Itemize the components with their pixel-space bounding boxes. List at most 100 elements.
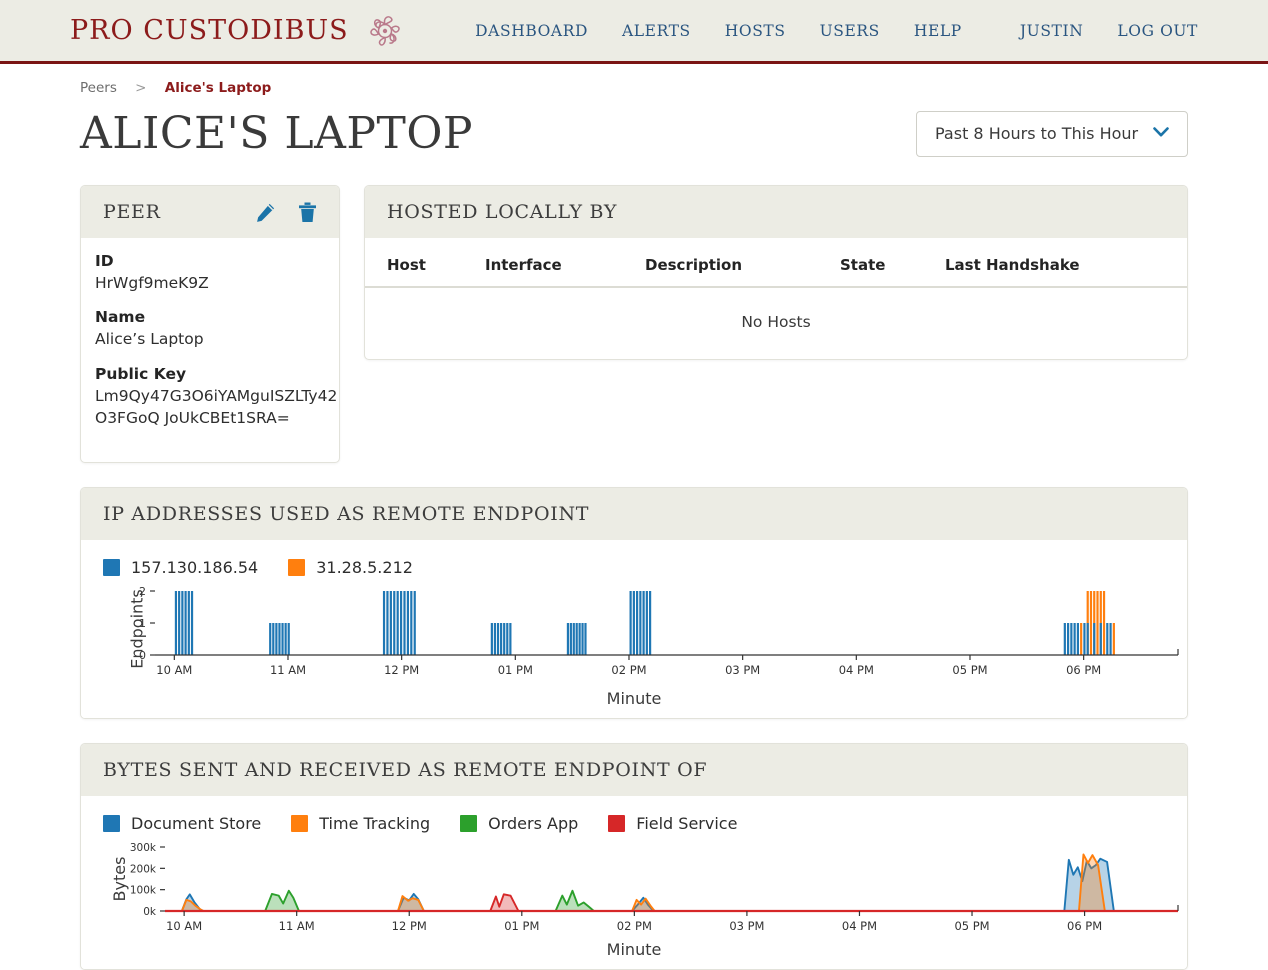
legend-item-ip-1[interactable]: 31.28.5.212 [288,558,413,577]
nav-help[interactable]: HELP [914,22,962,40]
legend-swatch-ip-1 [288,558,306,576]
legend-swatch-ip-0 [103,558,120,576]
ip-chart-x-axis-title: Minute [606,688,662,708]
peer-card-actions [255,202,317,223]
svg-text:04 PM: 04 PM [842,919,877,933]
nav-dashboard[interactable]: DASHBOARD [475,22,588,40]
ip-addresses-chart-svg: 01210 AM 11 AM 12 PM 01 PM 02 PM 03 PM 04 PM 05… [139,585,1179,677]
chevron-down-icon [1153,126,1169,141]
svg-text:02 PM: 02 PM [617,919,652,933]
breadcrumb: Peers > Alice's Laptop [0,64,1268,96]
nav-logout[interactable]: LOG OUT [1117,22,1198,40]
brand-logo[interactable]: PRO CUSTODIBUS [70,9,407,53]
hosts-empty-message: No Hosts [741,313,811,331]
col-state: State [830,238,935,288]
svg-text:02 PM: 02 PM [611,663,646,677]
breadcrumb-current[interactable]: Alice's Laptop [165,80,272,96]
bytes-panel-title: BYTES SENT AND RECEIVED AS REMOTE ENDPOI… [103,758,708,781]
medusa-logo-icon [363,9,407,53]
legend-item-bytes-3[interactable]: Field Service [608,814,737,833]
bytes-legend: Document Store Time Tracking Orders App … [103,814,1165,833]
peer-card-body: ID HrWgf9meK9Z Name Alice’s Laptop Publi… [81,238,339,462]
time-range-select[interactable]: Past 8 Hours to This Hour [916,110,1188,157]
svg-text:11 AM: 11 AM [270,663,306,677]
legend-swatch-bytes-3 [608,814,626,832]
col-host: Host [365,238,475,288]
legend-label-ip-0: 157.130.186.54 [131,557,259,577]
peer-field-public-key-value: Lm9Qy47G3O6iYAMguISZLTy42O3FGoQ JoUkCBEt… [95,386,338,428]
svg-text:10 AM: 10 AM [166,919,202,933]
svg-text:06 PM: 06 PM [1066,663,1101,677]
hosts-table-empty-row: No Hosts [365,287,1187,359]
ip-addresses-panel-title: IP ADDRESSES USED AS REMOTE ENDPOINT [103,502,590,525]
peer-field-id-value: HrWgf9meK9Z [95,274,209,292]
bytes-panel-body: Document Store Time Tracking Orders App … [81,795,1187,969]
legend-swatch-bytes-1 [291,814,309,832]
peer-card: PEER ID HrWgf9meK9Z Name Alice’s Laptop … [80,185,340,463]
brand-name: PRO CUSTODIBUS [70,15,349,46]
svg-text:10 AM: 10 AM [156,663,192,677]
nav-account[interactable]: JUSTIN [1020,22,1084,40]
legend-label-bytes-2: Orders App [488,813,579,833]
peer-field-public-key-label: Public Key [95,364,187,383]
hosted-locally-by-header: HOSTED LOCALLY BY [365,186,1187,238]
peer-field-name-value: Alice’s Laptop [95,330,204,349]
bytes-chart-x-axis-title: Minute [606,939,662,959]
ip-addresses-plot: Endpoints 0 1 2 10 AM 11 AM 12 PM 01 PM 02 PM 03… [103,583,1179,708]
col-interface: Interface [475,238,635,288]
legend-item-ip-0[interactable]: 157.130.186.54 [103,558,258,577]
legend-swatch-bytes-0 [103,814,120,832]
peer-field-id-label: ID [95,252,114,270]
bytes-panel-header: BYTES SENT AND RECEIVED AS REMOTE ENDPOI… [81,743,1187,796]
ip-addresses-legend: 157.130.186.54 31.28.5.212 [103,558,1165,577]
svg-text:04 PM: 04 PM [839,663,874,677]
hosts-table-header-row: Host Interface Description State Last Ha… [365,238,1187,288]
svg-text:03 PM: 03 PM [725,663,760,677]
svg-text:200k: 200k [130,863,157,875]
legend-label-ip-1: 31.28.5.212 [316,557,413,577]
summary-cards-row: PEER ID HrWgf9meK9Z Name Alice’s Laptop … [0,159,1268,463]
page-title: ALICE'S LAPTOP [80,108,474,159]
breadcrumb-separator: > [135,80,147,96]
peer-field-public-key: Public Key Lm9Qy47G3O6iYAMguISZLTy42O3FG… [95,365,339,430]
ip-addresses-panel: IP ADDRESSES USED AS REMOTE ENDPOINT 157… [80,486,1188,719]
ip-chart-y-axis-title: Endpoints [127,589,147,669]
col-last-handshake: Last Handshake [935,238,1187,288]
bytes-panel: BYTES SENT AND RECEIVED AS REMOTE ENDPOI… [80,742,1188,970]
trash-icon[interactable] [298,202,317,223]
time-range-value: Past 8 Hours to This Hour [935,124,1139,143]
top-header-bar: PRO CUSTODIBUS DASHBOARD ALERTS HOSTS US… [0,0,1268,64]
svg-text:12 PM: 12 PM [384,663,419,677]
ip-addresses-panel-header: IP ADDRESSES USED AS REMOTE ENDPOINT [81,487,1187,540]
svg-text:01 PM: 01 PM [504,919,539,933]
nav-users[interactable]: USERS [820,22,880,40]
nav-hosts[interactable]: HOSTS [725,22,786,40]
hosted-locally-by-title: HOSTED LOCALLY BY [387,201,618,223]
peer-card-title: PEER [103,201,161,223]
hosts-table: Host Interface Description State Last Ha… [365,238,1187,359]
ip-addresses-panel-body: 157.130.186.54 31.28.5.212 Endpoints 012… [81,539,1187,718]
svg-text:05 PM: 05 PM [954,919,989,933]
legend-label-bytes-3: Field Service [636,813,738,833]
col-description: Description [635,238,830,288]
legend-label-bytes-0: Document Store [131,813,262,833]
svg-text:11 AM: 11 AM [279,919,315,933]
legend-label-bytes-1: Time Tracking [319,813,431,833]
svg-text:06 PM: 06 PM [1067,919,1102,933]
peer-field-name: Name Alice’s Laptop [95,308,339,350]
svg-text:01 PM: 01 PM [498,663,533,677]
nav-alerts[interactable]: ALERTS [622,22,691,40]
bytes-chart-svg: 0k 100k 200k 300k 10 AM 11 AM 12 PM 01 PM 02 PM 0… [130,842,1179,933]
peer-card-header: PEER [81,186,339,238]
breadcrumb-peers[interactable]: Peers [80,80,117,96]
hosted-locally-by-card: HOSTED LOCALLY BY Host Interface Descrip… [364,185,1188,360]
legend-item-bytes-2[interactable]: Orders App [460,814,578,833]
legend-item-bytes-1[interactable]: Time Tracking [291,814,430,833]
legend-item-bytes-0[interactable]: Document Store [103,814,261,833]
svg-text:03 PM: 03 PM [729,919,764,933]
page-title-row: ALICE'S LAPTOP Past 8 Hours to This Hour [0,96,1268,159]
bytes-plot: Bytes 0k 100k 200k 300k 10 AM 11 AM 12 PM 01 PM… [103,839,1179,959]
pencil-icon[interactable] [255,202,276,223]
main-navigation: DASHBOARD ALERTS HOSTS USERS HELP JUSTIN… [441,22,1198,40]
svg-text:100k: 100k [130,885,157,897]
